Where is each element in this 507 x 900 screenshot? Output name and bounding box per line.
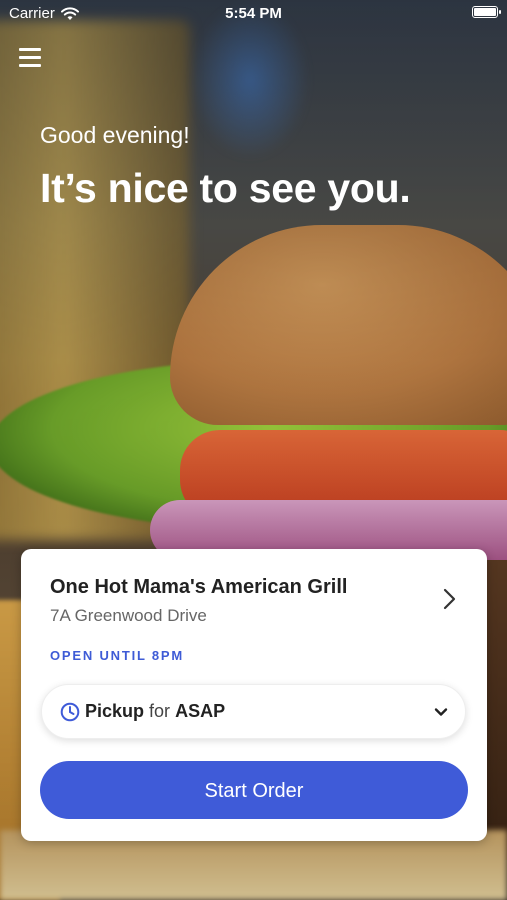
- chevron-right-icon[interactable]: [437, 587, 461, 611]
- order-mode-label: Pickup: [85, 701, 145, 721]
- chevron-down-icon: [434, 708, 448, 716]
- clock-icon: [60, 702, 80, 722]
- restaurant-name[interactable]: One Hot Mama's American Grill: [50, 576, 347, 599]
- restaurant-address: 7A Greenwood Drive: [50, 606, 207, 625]
- order-time-label: ASAP: [175, 701, 226, 721]
- welcome-headline: It’s nice to see you.: [40, 165, 411, 211]
- menu-icon[interactable]: [19, 48, 41, 68]
- restaurant-card: One Hot Mama's American Grill 7A Greenwo…: [21, 549, 487, 841]
- hours-status: OPEN UNTIL 8PM: [50, 648, 185, 663]
- order-mode-text: Pickup for ASAP: [85, 701, 225, 722]
- battery-icon: [472, 6, 501, 18]
- status-bar: Carrier 5:54 PM: [0, 0, 507, 28]
- start-order-button[interactable]: Start Order: [40, 761, 468, 819]
- order-mode-selector[interactable]: Pickup for ASAP: [41, 684, 466, 739]
- order-mode-connector: for: [149, 701, 171, 721]
- greeting-text: Good evening!: [40, 122, 190, 148]
- status-time: 5:54 PM: [225, 5, 282, 22]
